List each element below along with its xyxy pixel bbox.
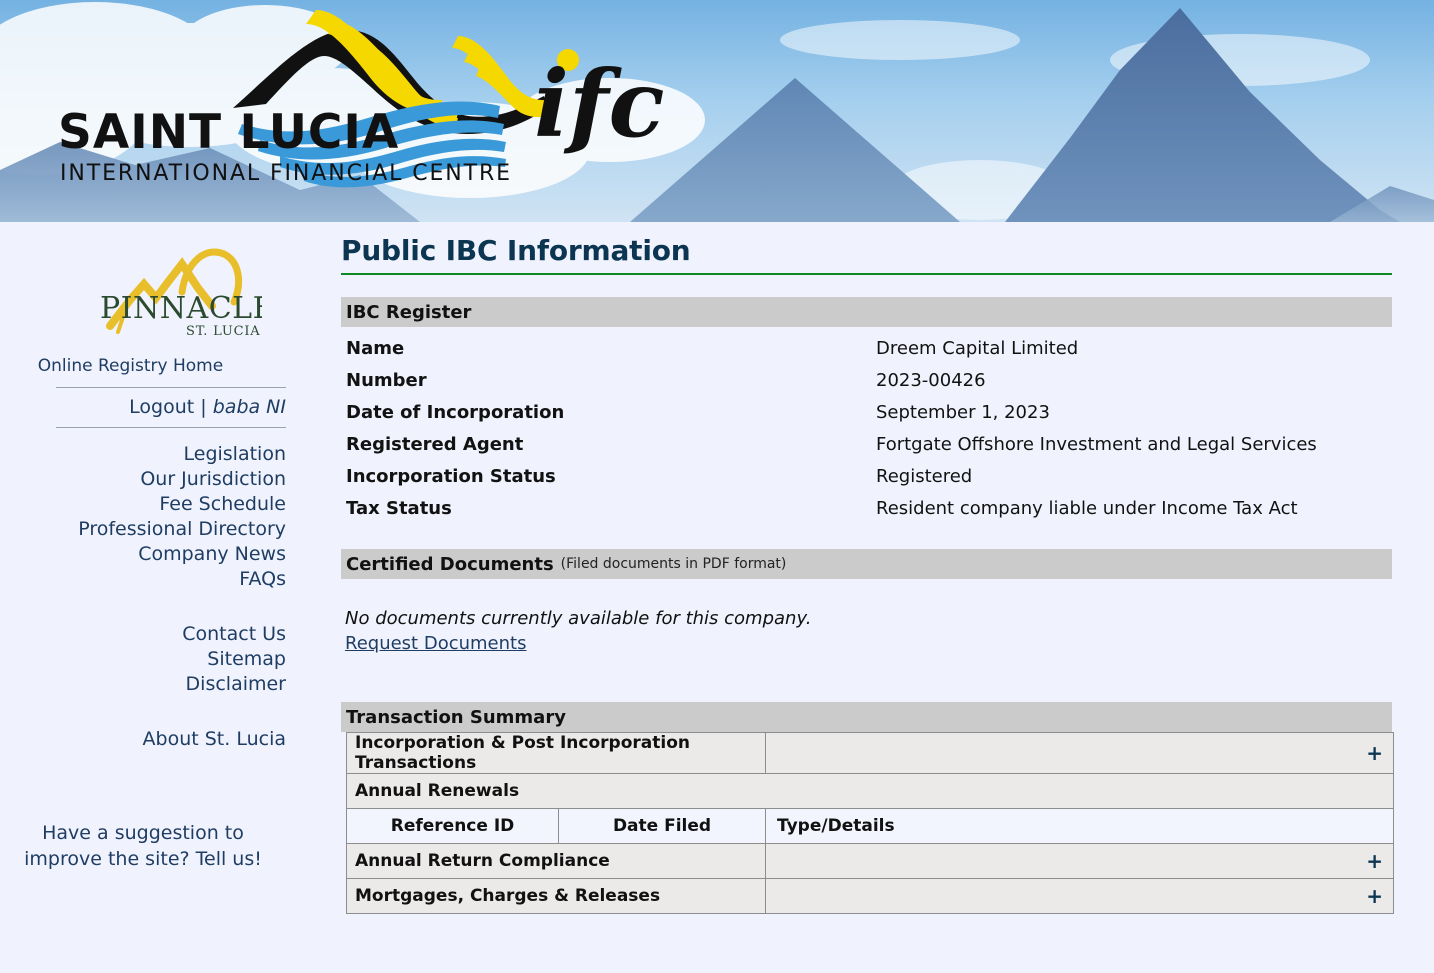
expand-plus-icon[interactable]: + xyxy=(765,878,1395,914)
accordion-label-incorporation-transactions: Incorporation & Post Incorporation Trans… xyxy=(345,732,767,774)
pinnacle-logo-sub: ST. LUCIA xyxy=(186,324,260,339)
logo-ifc-text: ifc xyxy=(534,50,665,158)
field-label-name: Name xyxy=(346,338,405,359)
accordion-row-annual-renewals[interactable]: Annual Renewals xyxy=(345,773,1395,809)
pinnacle-logo-word: PINNACLE xyxy=(100,291,262,326)
field-value-registered-agent: Fortgate Offshore Investment and Legal S… xyxy=(876,434,1317,455)
field-value-number: 2023-00426 xyxy=(876,370,986,391)
ibc-register-heading: IBC Register xyxy=(341,297,1392,327)
sidebar-item-faqs[interactable]: FAQs xyxy=(0,567,286,592)
no-documents-message: No documents currently available for thi… xyxy=(345,608,812,629)
table-row: Date of Incorporation September 1, 2023 xyxy=(341,397,1392,429)
table-row: Incorporation Status Registered xyxy=(341,461,1392,493)
certified-documents-body: No documents currently available for thi… xyxy=(341,579,1392,654)
sidebar-nav-primary: Legislation Our Jurisdiction Fee Schedul… xyxy=(0,442,300,592)
site-banner: ifc SAINT LUCIA INTERNATIONAL FINANCIAL … xyxy=(0,0,1434,222)
sidebar-item-disclaimer[interactable]: Disclaimer xyxy=(0,672,286,697)
expand-plus-icon[interactable]: + xyxy=(765,843,1395,879)
suggestion-line-1: Have a suggestion to xyxy=(42,822,244,844)
logo-subtitle: INTERNATIONAL FINANCIAL CENTRE xyxy=(60,161,512,186)
sidebar-item-legislation[interactable]: Legislation xyxy=(0,442,287,467)
page-body: PINNACLE ST. LUCIA Online Registry Home … xyxy=(0,222,1434,973)
table-row: Name Dreem Capital Limited xyxy=(341,333,1392,365)
sidebar-item-sitemap[interactable]: Sitemap xyxy=(0,647,286,672)
suggestion-line-2: improve the site? Tell us! xyxy=(24,848,262,870)
accordion-label-annual-renewals: Annual Renewals xyxy=(345,773,1395,809)
annual-renewals-column-header-row: Reference ID Date Filed Type/Details xyxy=(346,808,1395,844)
transaction-summary-table: Incorporation & Post Incorporation Trans… xyxy=(345,732,1395,914)
table-row: Tax Status Resident company liable under… xyxy=(341,493,1392,525)
sidebar-logout-row[interactable]: Logout | baba NI xyxy=(0,388,300,427)
sidebar-nav-secondary: Contact Us Sitemap Disclaimer xyxy=(0,622,300,697)
field-label-date-of-incorporation: Date of Incorporation xyxy=(346,402,565,423)
sidebar-nav-tertiary: About St. Lucia xyxy=(0,727,300,752)
sidebar-item-fee-schedule[interactable]: Fee Schedule xyxy=(0,492,286,517)
field-label-registered-agent: Registered Agent xyxy=(346,434,524,455)
accordion-row-incorporation-transactions[interactable]: Incorporation & Post Incorporation Trans… xyxy=(345,732,1395,774)
column-header-date-filed: Date Filed xyxy=(557,808,767,844)
ibc-register-heading-text: IBC Register xyxy=(346,301,472,323)
sidebar: PINNACLE ST. LUCIA Online Registry Home … xyxy=(0,222,300,872)
sidebar-item-about-st-lucia[interactable]: About St. Lucia xyxy=(0,727,286,752)
accordion-label-mortgages-charges-releases: Mortgages, Charges & Releases xyxy=(345,878,767,914)
sidebar-item-company-news[interactable]: Company News xyxy=(0,542,286,567)
sidebar-divider-bottom xyxy=(56,427,286,428)
sidebar-item-professional-directory[interactable]: Professional Directory xyxy=(0,517,286,542)
field-label-number: Number xyxy=(346,370,427,391)
title-divider xyxy=(341,273,1392,275)
certified-documents-heading: Certified Documents (Filed documents in … xyxy=(341,549,1392,579)
column-header-type-details: Type/Details xyxy=(765,808,1395,844)
page-title: Public IBC Information xyxy=(341,234,691,267)
pinnacle-logo[interactable]: PINNACLE ST. LUCIA xyxy=(82,240,262,340)
certified-documents-heading-text: Certified Documents xyxy=(346,553,554,575)
request-documents-link[interactable]: Request Documents xyxy=(345,633,526,654)
sidebar-suggestion-link[interactable]: Have a suggestion to improve the site? T… xyxy=(0,820,300,872)
current-username: baba NI xyxy=(212,396,286,418)
field-label-tax-status: Tax Status xyxy=(346,498,452,519)
field-label-incorporation-status: Incorporation Status xyxy=(346,466,556,487)
sidebar-item-our-jurisdiction[interactable]: Our Jurisdiction xyxy=(0,467,286,492)
transaction-summary: Transaction Summary Incorporation & Post… xyxy=(341,702,1401,914)
field-value-name: Dreem Capital Limited xyxy=(876,338,1079,359)
expand-plus-icon[interactable]: + xyxy=(765,732,1395,774)
logout-separator: | xyxy=(200,396,207,418)
table-row: Number 2023-00426 xyxy=(341,365,1392,397)
accordion-label-annual-return-compliance: Annual Return Compliance xyxy=(345,843,767,879)
column-header-reference-id: Reference ID xyxy=(346,808,559,844)
table-row: Registered Agent Fortgate Offshore Inves… xyxy=(341,429,1392,461)
logo-title: SAINT LUCIA xyxy=(58,105,399,160)
field-value-date-of-incorporation: September 1, 2023 xyxy=(876,402,1050,423)
transaction-summary-heading: Transaction Summary xyxy=(341,702,1392,732)
sidebar-item-contact-us[interactable]: Contact Us xyxy=(0,622,286,647)
transaction-summary-heading-text: Transaction Summary xyxy=(346,706,566,728)
sidebar-item-online-registry-home[interactable]: Online Registry Home xyxy=(0,350,300,387)
saint-lucia-ifc-logo: ifc SAINT LUCIA INTERNATIONAL FINANCIAL … xyxy=(28,8,668,188)
accordion-row-mortgages-charges-releases[interactable]: Mortgages, Charges & Releases + xyxy=(345,878,1395,914)
main-content: Public IBC Information IBC Register Name… xyxy=(341,222,1401,914)
ibc-register-table: Name Dreem Capital Limited Number 2023-0… xyxy=(341,333,1392,525)
field-value-tax-status: Resident company liable under Income Tax… xyxy=(876,498,1298,519)
field-value-incorporation-status: Registered xyxy=(876,466,973,487)
certified-documents-heading-note: (Filed documents in PDF format) xyxy=(560,555,787,572)
accordion-row-annual-return-compliance[interactable]: Annual Return Compliance + xyxy=(345,843,1395,879)
logout-link[interactable]: Logout xyxy=(129,396,194,418)
